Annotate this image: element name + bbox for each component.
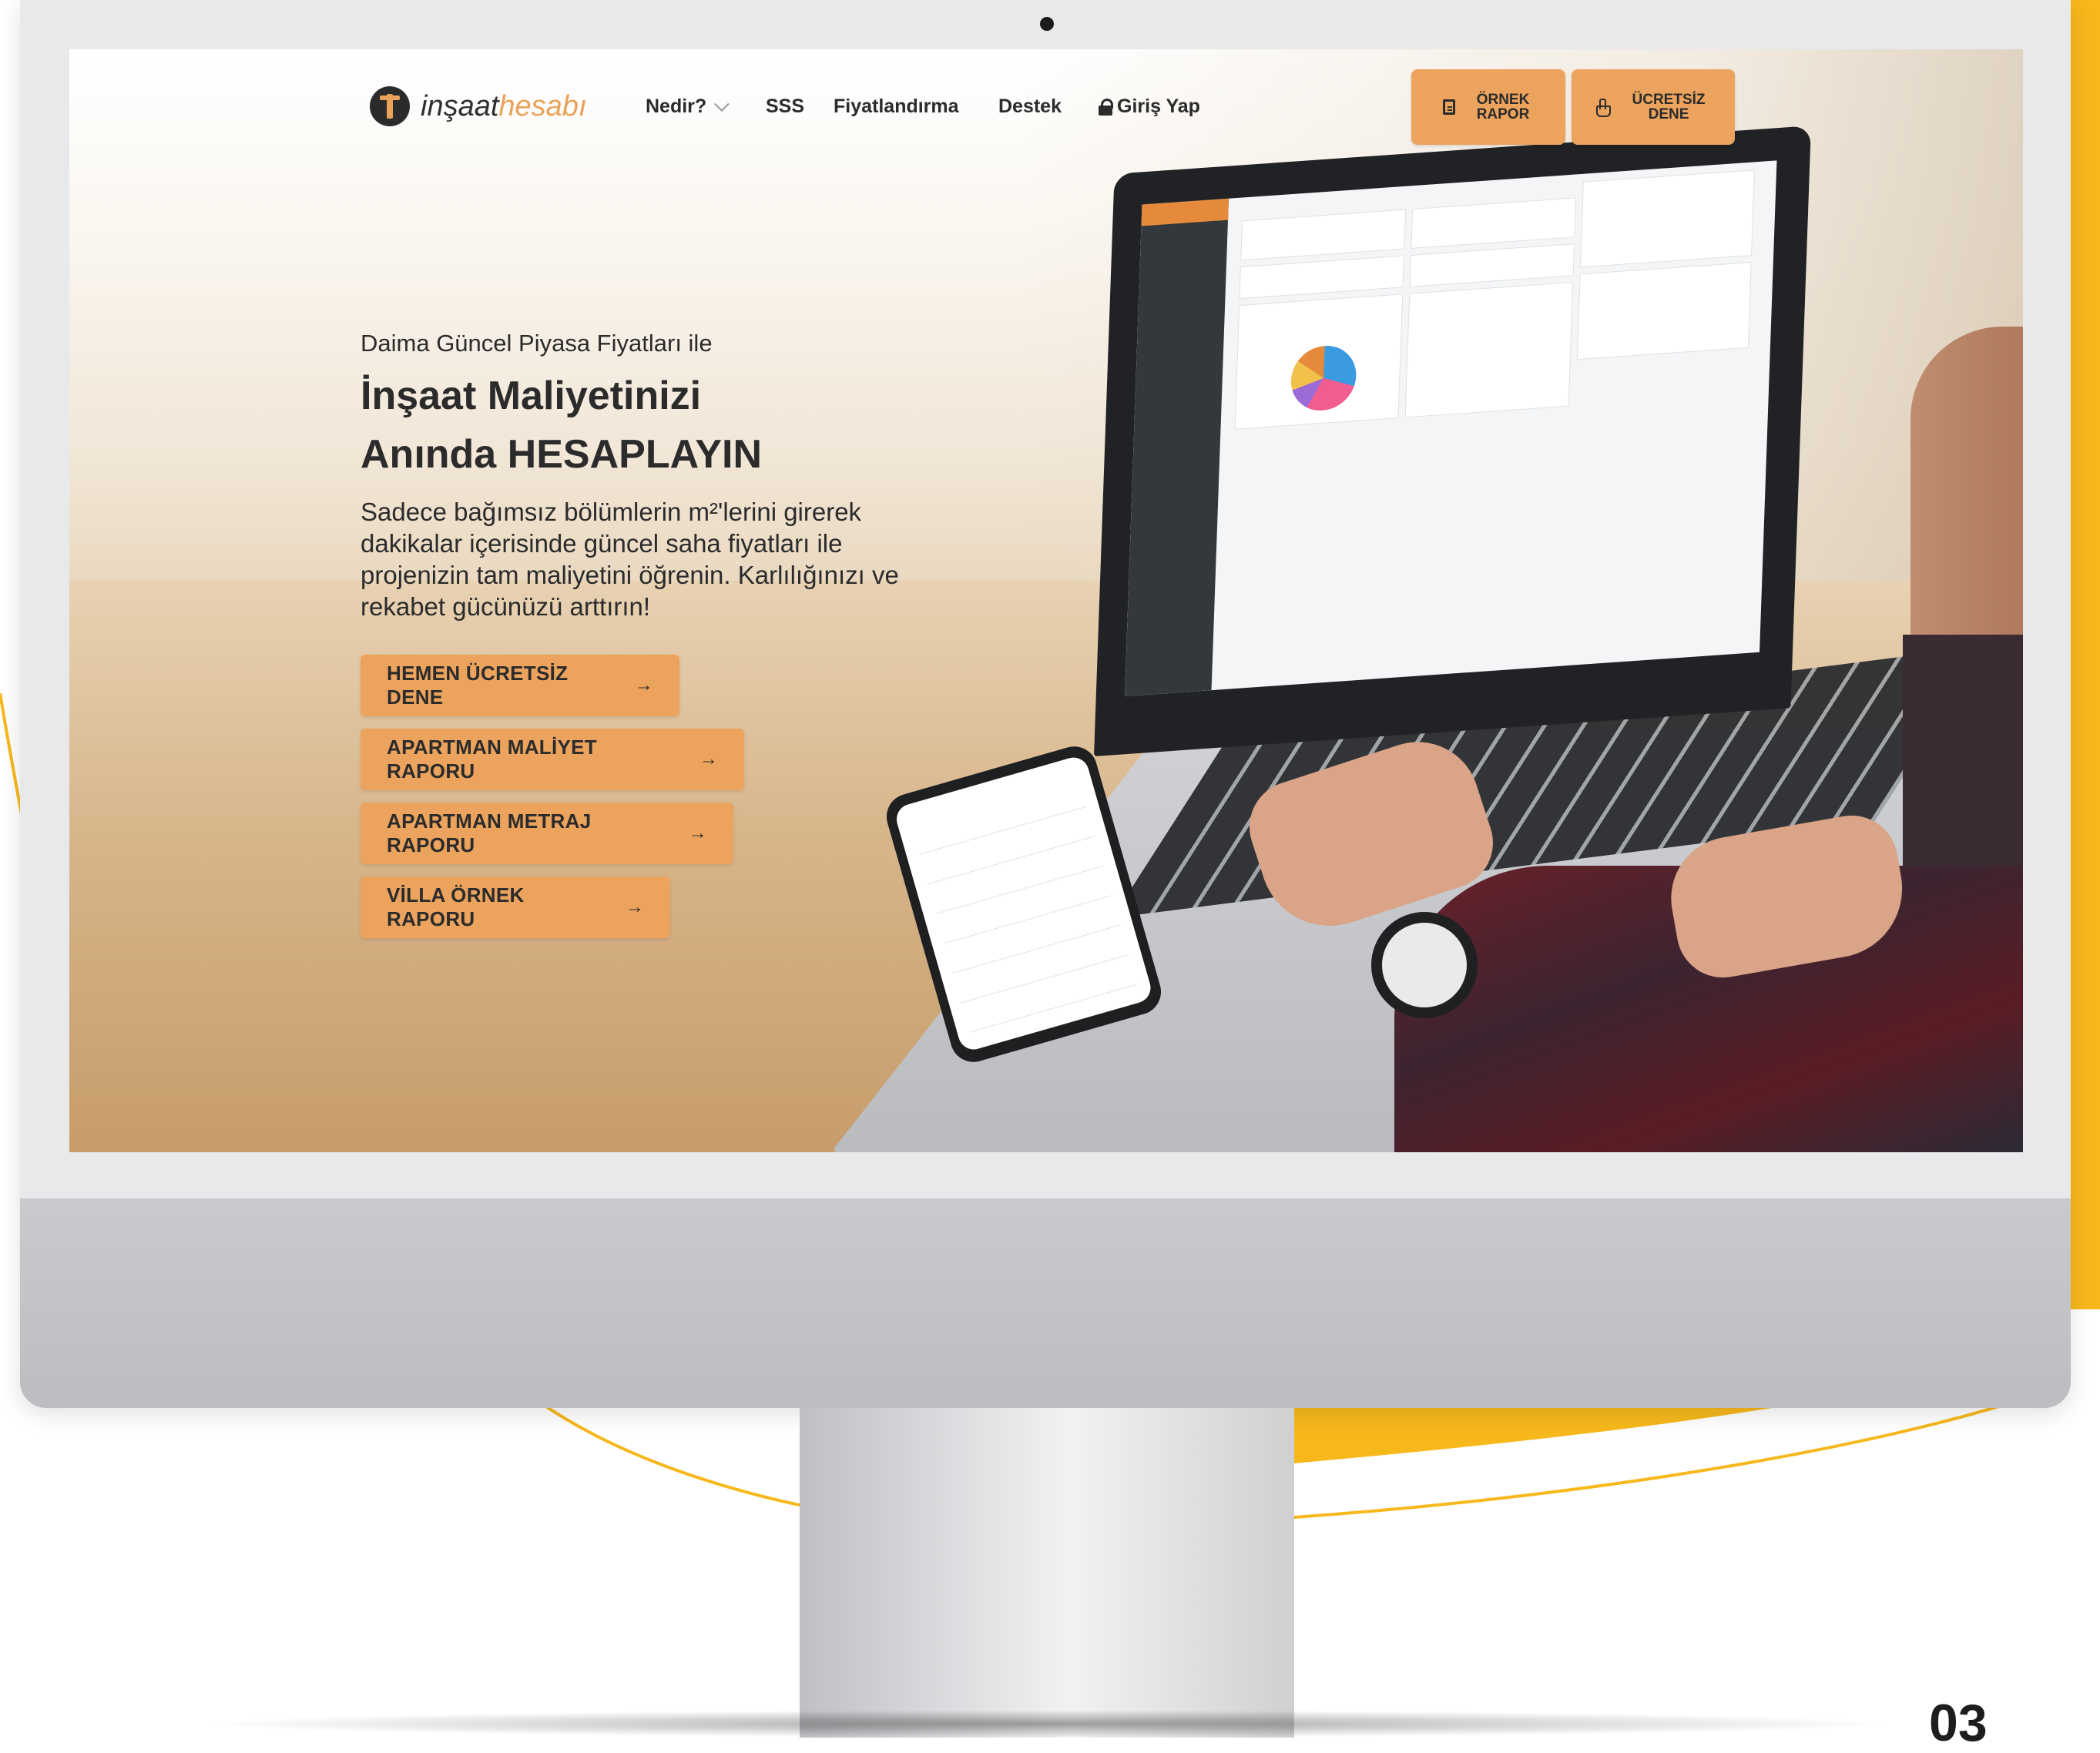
- imac-stand: [800, 1408, 1294, 1738]
- cta-label: VİLLA ÖRNEK RAPORU: [387, 883, 525, 930]
- hero-title-line-2: Anında HESAPLAYIN: [361, 432, 763, 477]
- cta-label: HEMEN ÜCRETSİZ DENE: [387, 662, 569, 709]
- nav-item-pricing[interactable]: Fiyatlandırma: [834, 83, 959, 129]
- lock-icon: [1099, 99, 1113, 116]
- chevron-down-icon: [714, 96, 730, 112]
- imac-chin: [20, 1198, 2071, 1408]
- page-number: 03: [1929, 1694, 1988, 1752]
- cta-label: APARTMAN METRAJ RAPORU: [387, 809, 592, 856]
- dashboard-sidebar: [1125, 198, 1229, 696]
- logo-icon: [370, 86, 410, 126]
- decorative-yellow-curve: [539, 1402, 2019, 1536]
- site-logo[interactable]: inşaathesabı: [370, 83, 587, 129]
- hero-title: İnşaat Maliyetinizi Anında HESAPLAYIN: [361, 367, 900, 484]
- nav-item-support[interactable]: Destek: [998, 83, 1062, 129]
- nav-item-sss[interactable]: SSS: [766, 83, 804, 129]
- villa-sample-report-button[interactable]: VİLLA ÖRNEK RAPORU →: [361, 876, 670, 938]
- stand-shadow: [200, 1710, 1895, 1738]
- nav-item-label: Giriş Yap: [1117, 95, 1200, 117]
- logo-text: inşaathesabı: [421, 89, 587, 122]
- arrow-right-icon: →: [699, 749, 718, 769]
- hero-title-line-1: İnşaat Maliyetinizi: [361, 374, 702, 418]
- hand-pointer-icon: [1595, 99, 1611, 117]
- camera-dot: [1040, 17, 1054, 31]
- free-trial-label: ÜCRETSİZ DENE: [1632, 92, 1706, 122]
- nav-item-login[interactable]: Giriş Yap: [1099, 83, 1200, 129]
- nav-item-nedir[interactable]: Nedir?: [646, 83, 730, 129]
- sample-report-label: ÖRNEK RAPOR: [1476, 92, 1530, 122]
- nav-item-label: Destek: [998, 95, 1062, 117]
- laptop-dashboard-preview: [1125, 160, 1777, 696]
- nav-item-label: Nedir?: [646, 95, 707, 117]
- arrow-right-icon: →: [625, 897, 644, 917]
- apartment-quantity-report-button[interactable]: APARTMAN METRAJ RAPORU →: [361, 803, 733, 864]
- try-free-now-button[interactable]: HEMEN ÜCRETSİZ DENE →: [361, 655, 679, 716]
- apartment-cost-report-button[interactable]: APARTMAN MALİYET RAPORU →: [361, 729, 744, 790]
- nav-item-label: SSS: [766, 95, 805, 117]
- arrow-right-icon: →: [688, 823, 707, 843]
- nav-item-label: Fiyatlandırma: [834, 95, 959, 117]
- hero-description: Sadece bağımsız bölümlerin m²'lerini gir…: [361, 498, 899, 621]
- free-trial-button[interactable]: ÜCRETSİZ DENE: [1572, 69, 1735, 145]
- dashboard-pie-chart: [1290, 344, 1357, 413]
- sample-report-button[interactable]: ÖRNEK RAPOR: [1411, 69, 1565, 145]
- hero-subtitle: Daima Güncel Piyasa Fiyatları ile: [361, 330, 713, 357]
- website-screen: inşaathesabı Nedir? SSS Fiyatlandırma De…: [69, 49, 2023, 1152]
- arrow-right-icon: →: [634, 675, 653, 696]
- document-icon: [1443, 99, 1455, 115]
- wrist-watch: [1371, 912, 1478, 1018]
- cta-label: APARTMAN MALİYET RAPORU: [387, 736, 597, 783]
